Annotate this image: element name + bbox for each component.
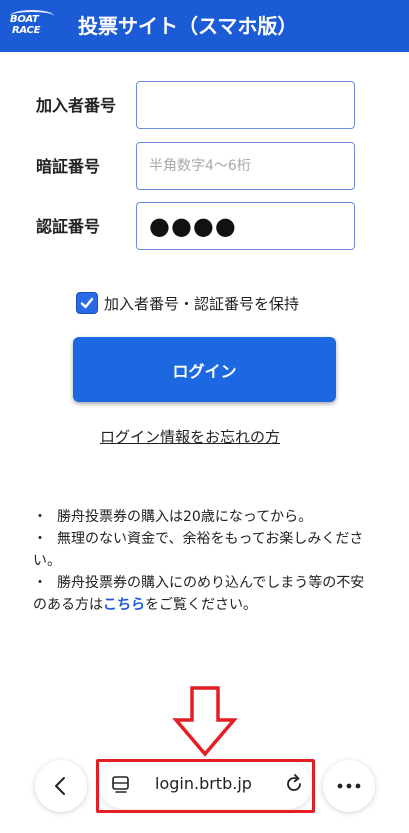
pin-number-input[interactable]: [136, 142, 355, 190]
login-button[interactable]: ログイン: [73, 337, 336, 402]
chevron-left-icon: [55, 777, 65, 795]
back-button[interactable]: [35, 760, 87, 812]
app-header: BOAT RACE 投票サイト（スマホ版）: [0, 0, 409, 52]
auth-number-label: 認証番号: [36, 217, 101, 236]
logo-text-line2: RACE: [12, 25, 41, 36]
notice-item: ・無理のない資金で、余裕をもってお楽しみください。: [33, 528, 373, 572]
help-resources-link[interactable]: こちら: [103, 597, 145, 613]
remember-row[interactable]: 加入者番号・認証番号を保持: [76, 290, 299, 316]
notice-bullet: ・: [33, 575, 47, 591]
notice-bullet: ・: [33, 531, 47, 547]
page-title: 投票サイト（スマホ版）: [78, 14, 298, 38]
notice-text: 勝舟投票券の購入は20歳になってから。: [57, 509, 313, 525]
auth-number-input[interactable]: ●●●●: [136, 202, 355, 250]
notice-text: をご覧ください。: [145, 597, 257, 613]
forgot-login-info-link[interactable]: ログイン情報をお忘れの方: [100, 426, 280, 447]
subscriber-number-input[interactable]: [136, 81, 355, 129]
notice-bullet: ・: [33, 509, 47, 525]
more-options-button[interactable]: [323, 760, 375, 812]
address-bar-highlight: [96, 759, 315, 813]
checkmark-icon: [80, 297, 94, 309]
subscriber-number-label: 加入者番号: [36, 96, 117, 115]
notice-item: ・勝舟投票券の購入は20歳になってから。: [33, 506, 373, 528]
remember-checkbox-label: 加入者番号・認証番号を保持: [104, 294, 300, 313]
annotation-arrow-icon: [172, 686, 238, 757]
logo-arc-icon: [10, 10, 54, 22]
notice-list: ・勝舟投票券の購入は20歳になってから。 ・無理のない資金で、余裕をもってお楽し…: [33, 506, 373, 616]
notice-item: ・勝舟投票券の購入にのめり込んでしまう等の不安のある方はこちらをご覧ください。: [33, 572, 373, 616]
boat-race-logo[interactable]: BOAT RACE: [10, 10, 66, 40]
pin-number-label: 暗証番号: [36, 157, 101, 176]
page: BOAT RACE 投票サイト（スマホ版） 加入者番号 暗証番号 認証番号 ●●…: [0, 0, 409, 833]
auth-number-masked-value: ●●●●: [149, 212, 237, 240]
more-horizontal-icon: [337, 783, 361, 789]
notice-text: 無理のない資金で、余裕をもってお楽しみください。: [33, 531, 364, 569]
remember-checkbox[interactable]: [76, 292, 98, 314]
